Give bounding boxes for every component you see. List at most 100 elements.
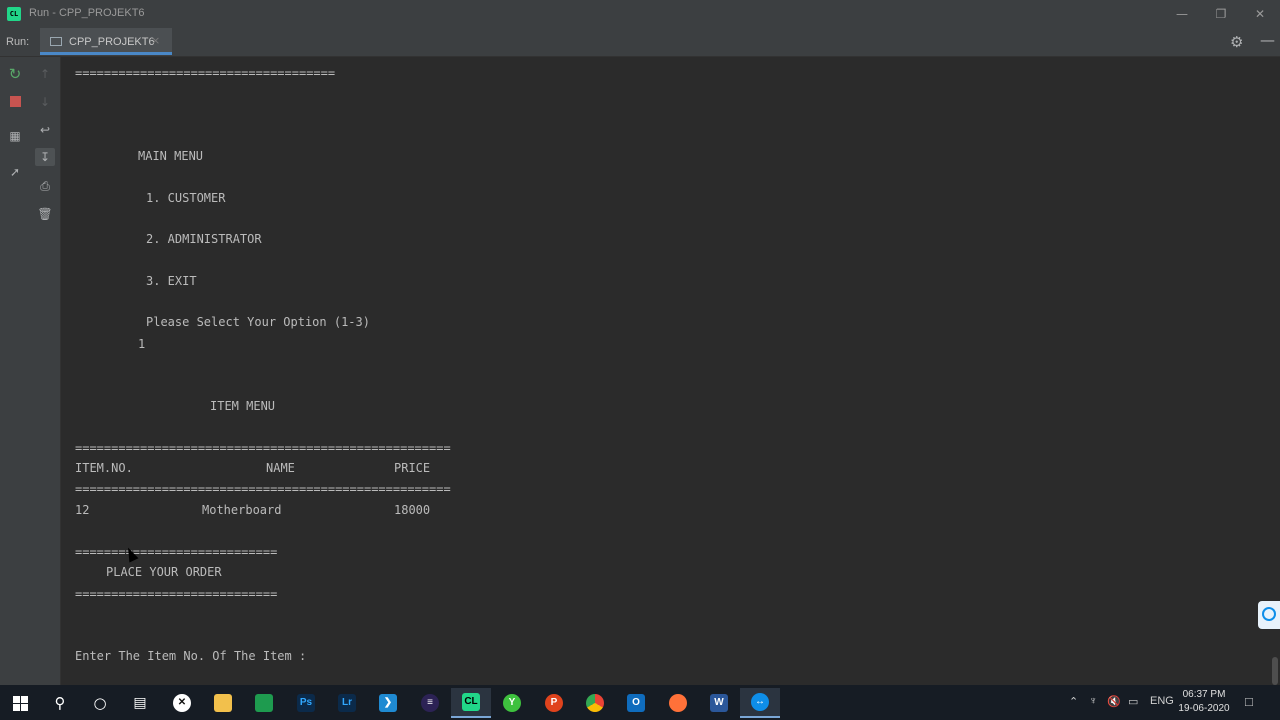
- taskbar-app-word[interactable]: W: [699, 688, 739, 718]
- eclipse-icon: ≡: [421, 694, 439, 712]
- user-input-option: 1: [138, 337, 146, 351]
- action-center-notification-icon[interactable]: □: [1245, 694, 1253, 709]
- close-button[interactable]: ✕: [1245, 4, 1275, 24]
- taskbar-app-chrome[interactable]: [575, 688, 615, 718]
- restore-layout-icon[interactable]: ▦: [6, 127, 24, 145]
- cortana-button[interactable]: ○: [80, 688, 120, 718]
- teamviewer-icon: [1262, 607, 1276, 621]
- cortana-circle-icon: ○: [93, 694, 107, 712]
- teamviewer-widget[interactable]: [1258, 601, 1280, 629]
- run-label: Run:: [6, 36, 30, 48]
- word-icon: W: [710, 694, 728, 712]
- console-output[interactable]: ==================================== MAI…: [61, 57, 1270, 685]
- down-arrow-icon[interactable]: ↓: [36, 93, 54, 111]
- search-icon: ⚲: [54, 694, 66, 712]
- run-tab-label: CPP_PROJEKT6: [69, 36, 155, 48]
- menu-option-customer: 1. CUSTOMER: [146, 191, 226, 205]
- outlook-icon: O: [627, 694, 645, 712]
- battery-icon[interactable]: ▭: [1128, 695, 1138, 708]
- soft-wrap-icon[interactable]: ↩: [36, 121, 54, 139]
- clock-date: 19-06-2020: [1178, 703, 1230, 714]
- task-view-icon: ▤: [133, 695, 147, 711]
- taskbar-app-teamviewer[interactable]: ↔: [740, 688, 780, 718]
- taskbar-app-vscode[interactable]: ❯: [368, 688, 408, 718]
- windows-taskbar: ⚲ ○ ▤ ✕ Ps Lr ❯ ≡ CL Y P O W ↔: [0, 685, 1280, 720]
- run-tab-cpp-projekt6[interactable]: CPP_PROJEKT6 ×: [40, 28, 172, 55]
- taskbar-app-clion[interactable]: CL: [451, 688, 491, 718]
- main-menu-heading: MAIN MENU: [138, 149, 204, 163]
- taskbar-app-xbox[interactable]: ✕: [162, 688, 202, 718]
- photoshop-icon: Ps: [297, 694, 315, 712]
- place-order-heading: PLACE YOUR ORDER: [106, 565, 222, 579]
- tab-close-icon[interactable]: ×: [151, 34, 160, 47]
- taskbar-app-outlook[interactable]: O: [616, 688, 656, 718]
- start-button[interactable]: [0, 688, 40, 718]
- restore-icon: ❐: [1215, 7, 1227, 21]
- separator-line: ========================================…: [75, 482, 451, 496]
- chrome-icon: [586, 694, 604, 712]
- language-indicator[interactable]: ENG: [1150, 695, 1174, 707]
- up-arrow-icon[interactable]: ↑: [36, 65, 54, 83]
- menu-option-exit: 3. EXIT: [146, 274, 197, 288]
- firefox-icon: [669, 694, 687, 712]
- item-row-price: 18000: [394, 503, 431, 517]
- column-header-name: NAME: [266, 461, 295, 475]
- select-option-prompt: Please Select Your Option (1-3): [146, 315, 370, 329]
- settings-gear-icon[interactable]: ⚙: [1230, 33, 1243, 51]
- vscode-icon: ❯: [379, 694, 397, 712]
- volume-muted-icon[interactable]: 🔇: [1107, 695, 1121, 708]
- taskbar-app-green-tool[interactable]: Y: [492, 688, 532, 718]
- green-document-icon: [255, 694, 273, 712]
- taskbar-app-file-explorer[interactable]: [203, 688, 243, 718]
- run-toolbar: Run: CPP_PROJEKT6 × ⚙ —: [0, 28, 1280, 57]
- p-circle-icon: P: [545, 694, 563, 712]
- minimize-icon: —: [1176, 7, 1188, 21]
- column-header-item-no: ITEM.NO.: [75, 461, 133, 475]
- hide-panel-icon[interactable]: —: [1260, 31, 1275, 49]
- taskbar-app-lightroom[interactable]: Lr: [327, 688, 367, 718]
- clear-all-trash-icon[interactable]: 🗑: [36, 205, 54, 223]
- console-scrollbar[interactable]: [1270, 57, 1280, 685]
- network-icon[interactable]: ♆: [1089, 695, 1097, 707]
- close-icon: ✕: [1254, 7, 1266, 21]
- clion-app-icon: CL: [7, 7, 21, 21]
- search-button[interactable]: ⚲: [40, 688, 80, 718]
- window-title: Run - CPP_PROJEKT6: [29, 7, 145, 19]
- rerun-icon[interactable]: ↻: [6, 65, 24, 83]
- restore-button[interactable]: ❐: [1206, 4, 1236, 24]
- menu-option-administrator: 2. ADMINISTRATOR: [146, 232, 262, 246]
- console-tab-icon: [50, 37, 62, 46]
- separator-line: ============================: [75, 587, 278, 601]
- item-menu-heading: ITEM MENU: [210, 399, 276, 413]
- window-titlebar: CL Run - CPP_PROJEKT6 — ❐ ✕: [0, 0, 1280, 28]
- print-icon[interactable]: ⎙: [36, 177, 54, 195]
- xbox-icon: ✕: [173, 694, 191, 712]
- run-actions-gutter: ↻ ▦ ➚: [0, 57, 30, 685]
- pin-tab-icon[interactable]: ➚: [6, 163, 24, 181]
- clion-icon: CL: [462, 693, 480, 711]
- folder-icon: [214, 694, 232, 712]
- separator-line: ============================: [75, 545, 278, 559]
- scroll-to-end-icon[interactable]: ↧: [35, 148, 55, 166]
- clock[interactable]: 06:37 PM 19-06-2020: [1174, 688, 1234, 716]
- enter-item-prompt: Enter The Item No. Of The Item :: [75, 649, 307, 663]
- clock-time: 06:37 PM: [1182, 689, 1226, 700]
- taskbar-app-eclipse[interactable]: ≡: [410, 688, 450, 718]
- separator-line: ========================================…: [75, 441, 451, 455]
- taskbar-app-photoshop[interactable]: Ps: [286, 688, 326, 718]
- lightroom-icon: Lr: [338, 694, 356, 712]
- teamviewer-icon: ↔: [751, 693, 769, 711]
- taskbar-app-sheets[interactable]: [244, 688, 284, 718]
- item-row-number: 12: [75, 503, 90, 517]
- separator-line: ====================================: [75, 66, 336, 80]
- scrollbar-thumb[interactable]: [1272, 657, 1278, 685]
- stop-icon[interactable]: [6, 93, 24, 111]
- taskbar-app-firefox[interactable]: [658, 688, 698, 718]
- minimize-button[interactable]: —: [1167, 4, 1197, 24]
- console-actions-gutter: ↑ ↓ ↩ ↧ ⎙ 🗑: [30, 57, 61, 685]
- show-hidden-icons-chevron-icon[interactable]: ⌃: [1069, 695, 1078, 708]
- column-header-price: PRICE: [394, 461, 431, 475]
- item-row-name: Motherboard: [202, 503, 282, 517]
- task-view-button[interactable]: ▤: [120, 688, 160, 718]
- taskbar-app-psiphon[interactable]: P: [534, 688, 574, 718]
